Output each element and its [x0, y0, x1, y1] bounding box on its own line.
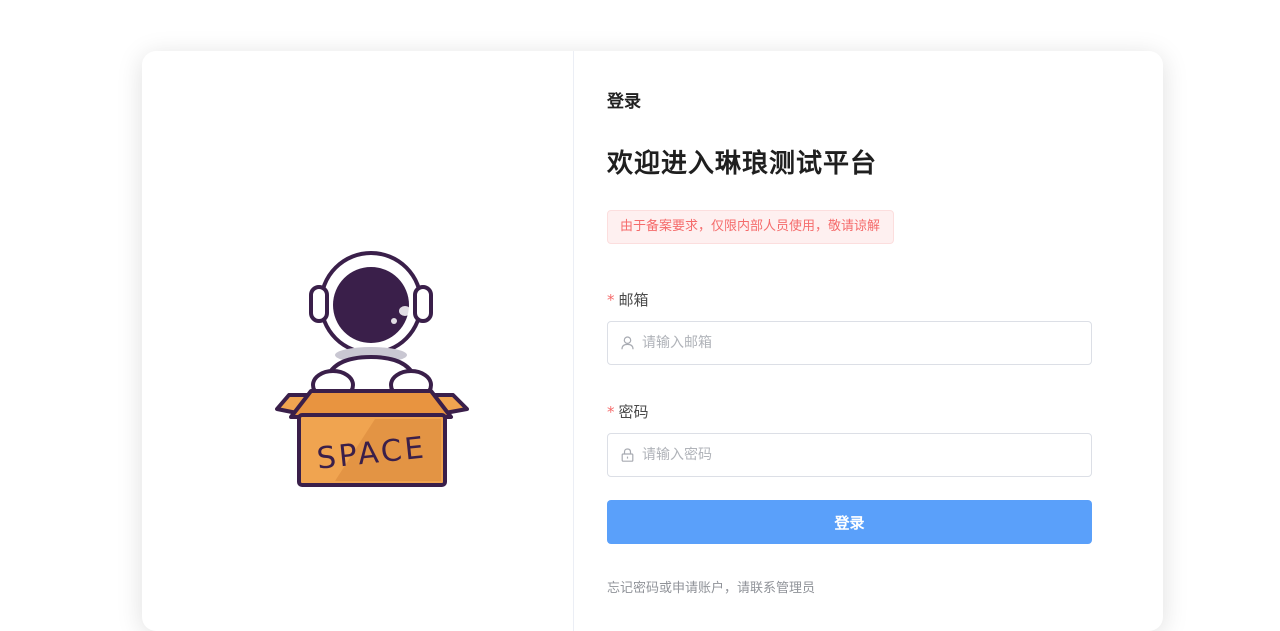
- password-input[interactable]: [642, 434, 1091, 476]
- email-input[interactable]: [642, 322, 1091, 364]
- required-mark: *: [607, 291, 615, 309]
- email-label: * 邮箱: [607, 289, 649, 310]
- notice-alert: 由于备案要求，仅限内部人员使用，敬请谅解: [607, 210, 894, 244]
- required-mark: *: [607, 403, 615, 421]
- email-field[interactable]: [607, 321, 1092, 365]
- email-label-text: 邮箱: [618, 291, 649, 309]
- form-header: 登录: [607, 92, 641, 112]
- lock-icon: [620, 448, 634, 462]
- welcome-title: 欢迎进入琳琅测试平台: [607, 149, 878, 179]
- login-form-panel: 登录 欢迎进入琳琅测试平台 由于备案要求，仅限内部人员使用，敬请谅解 *邮箱 *…: [575, 51, 1163, 631]
- login-card: SPACE 登录 欢迎进入琳琅测试平台 由于备案要求，仅限内部人员使用，敬请谅解…: [142, 51, 1163, 631]
- password-field[interactable]: [607, 433, 1092, 477]
- astronaut-illustration: SPACE: [275, 251, 469, 487]
- login-button[interactable]: 登录: [607, 500, 1092, 544]
- password-label-text: 密码: [618, 403, 649, 421]
- illustration-panel: SPACE: [142, 51, 574, 631]
- password-label: * 密码: [607, 401, 649, 422]
- user-icon: [620, 336, 634, 350]
- footer-hint: 忘记密码或申请账户，请联系管理员: [607, 581, 816, 596]
